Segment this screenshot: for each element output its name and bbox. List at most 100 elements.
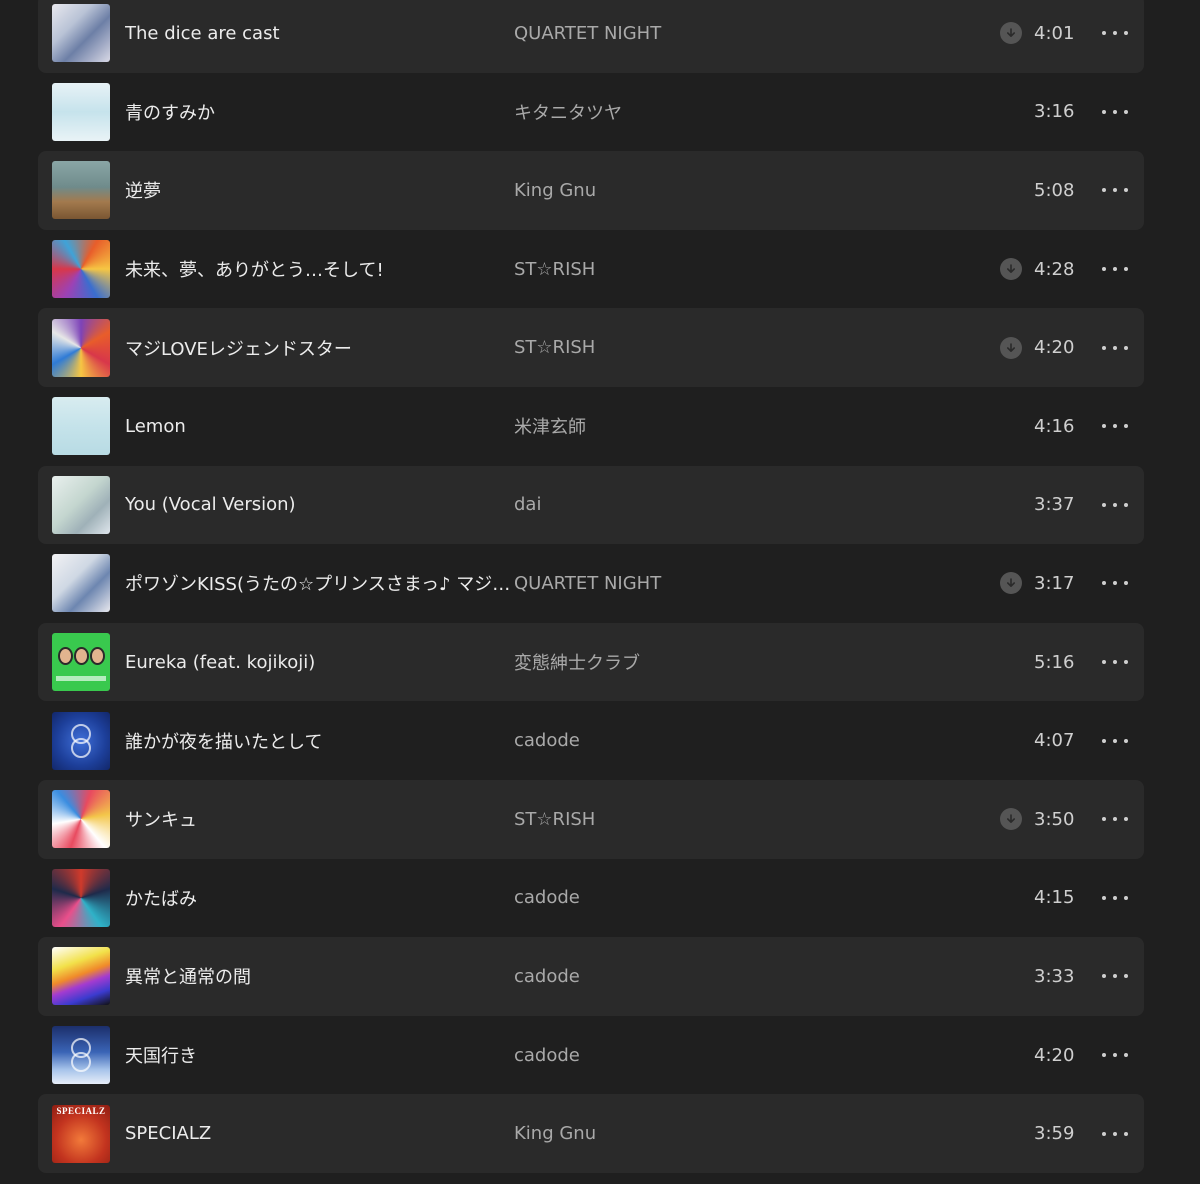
track-duration: 4:20 <box>1034 337 1075 359</box>
track-duration: 3:33 <box>1034 965 1075 987</box>
more-options-icon[interactable] <box>1102 260 1128 278</box>
album-art[interactable] <box>52 868 110 927</box>
more-options-icon[interactable] <box>1102 496 1128 514</box>
more-options-icon[interactable] <box>1102 889 1128 907</box>
track-row[interactable]: The dice are cast QUARTET NIGHT 4:01 <box>38 0 1144 73</box>
track-artist[interactable]: キタニタツヤ <box>514 99 934 125</box>
more-options-icon[interactable] <box>1102 24 1128 42</box>
download-icon <box>1000 572 1022 595</box>
track-row[interactable]: ポワゾンKISS(うたの☆プリンスさまっ♪ マジLO… QUARTET NIGHT… <box>38 544 1144 623</box>
more-dot <box>1124 581 1128 586</box>
more-dot <box>1113 424 1117 429</box>
track-title[interactable]: Lemon <box>125 416 511 437</box>
track-duration: 4:28 <box>1034 258 1075 280</box>
more-dot <box>1102 738 1106 743</box>
track-row[interactable]: Lemon 米津玄師 4:16 <box>38 387 1144 466</box>
track-row[interactable]: 誰かが夜を描いたとして cadode 4:07 <box>38 701 1144 780</box>
more-options-icon[interactable] <box>1102 103 1128 121</box>
album-art[interactable] <box>52 161 110 220</box>
album-art[interactable] <box>52 318 110 377</box>
more-options-icon[interactable] <box>1102 339 1128 357</box>
track-artist[interactable]: King Gnu <box>514 180 934 201</box>
track-row[interactable]: かたばみ cadode 4:15 <box>38 859 1144 938</box>
track-duration: 4:07 <box>1034 730 1075 752</box>
track-title[interactable]: かたばみ <box>125 885 511 911</box>
track-artist[interactable]: cadode <box>514 730 934 751</box>
track-artist[interactable]: 変態紳士クラブ <box>514 649 934 675</box>
track-title[interactable]: 未来、夢、ありがとう…そして! <box>125 256 511 282</box>
track-row[interactable]: You (Vocal Version) dai 3:37 <box>38 465 1144 545</box>
album-art[interactable] <box>52 82 110 141</box>
track-title[interactable]: 逆夢 <box>125 177 511 203</box>
track-row[interactable]: 未来、夢、ありがとう…そして! ST☆RISH 4:28 <box>38 230 1144 309</box>
track-row[interactable]: Eureka (feat. kojikoji) 変態紳士クラブ 5:16 <box>38 622 1144 702</box>
track-artist[interactable]: cadode <box>514 966 934 987</box>
track-title[interactable]: サンキュ <box>125 806 511 832</box>
more-dot <box>1124 502 1128 507</box>
track-title[interactable]: Eureka (feat. kojikoji) <box>125 652 511 673</box>
more-dot <box>1124 1053 1128 1058</box>
more-options-icon[interactable] <box>1102 810 1128 828</box>
more-dot <box>1113 974 1117 979</box>
album-art[interactable] <box>52 1026 110 1085</box>
more-options-icon[interactable] <box>1102 181 1128 199</box>
track-title[interactable]: 誰かが夜を描いたとして <box>125 728 511 754</box>
track-row[interactable]: SPECIALZ SPECIALZ King Gnu 3:59 <box>38 1094 1144 1173</box>
track-artist[interactable]: cadode <box>514 1045 934 1066</box>
track-title[interactable]: The dice are cast <box>125 23 511 44</box>
track-artist[interactable]: ST☆RISH <box>514 809 934 830</box>
more-dot <box>1113 109 1117 114</box>
album-art[interactable] <box>52 554 110 613</box>
track-artist[interactable]: ST☆RISH <box>514 259 934 280</box>
more-dot <box>1102 267 1106 272</box>
track-artist[interactable]: ST☆RISH <box>514 337 934 358</box>
track-row[interactable]: サンキュ ST☆RISH 3:50 <box>38 779 1144 859</box>
album-art[interactable] <box>52 790 110 849</box>
track-title[interactable]: SPECIALZ <box>125 1123 511 1144</box>
album-art[interactable]: SPECIALZ <box>52 1104 110 1163</box>
track-duration: 4:15 <box>1034 887 1075 909</box>
more-options-icon[interactable] <box>1102 967 1128 985</box>
more-options-icon[interactable] <box>1102 1125 1128 1143</box>
track-row[interactable]: 青のすみか キタニタツヤ 3:16 <box>38 73 1144 152</box>
album-art[interactable] <box>52 4 110 63</box>
track-artist[interactable]: cadode <box>514 887 934 908</box>
more-dot <box>1124 345 1128 350</box>
track-artist[interactable]: 米津玄師 <box>514 413 934 439</box>
track-artist[interactable]: King Gnu <box>514 1123 934 1144</box>
more-options-icon[interactable] <box>1102 417 1128 435</box>
album-art[interactable] <box>52 633 110 692</box>
track-artist[interactable]: QUARTET NIGHT <box>514 573 934 594</box>
more-dot <box>1113 660 1117 665</box>
album-art[interactable] <box>52 240 110 299</box>
track-title[interactable]: 異常と通常の間 <box>125 963 511 989</box>
track-artist[interactable]: dai <box>514 494 934 515</box>
track-title[interactable]: マジLOVEレジェンドスター <box>125 335 511 361</box>
track-title[interactable]: You (Vocal Version) <box>125 494 511 515</box>
album-art[interactable] <box>52 711 110 770</box>
album-art-face <box>90 647 105 666</box>
more-dot <box>1124 738 1128 743</box>
more-dot <box>1124 1131 1128 1136</box>
more-dot <box>1113 345 1117 350</box>
download-icon <box>1000 22 1022 45</box>
track-row[interactable]: 異常と通常の間 cadode 3:33 <box>38 937 1144 1016</box>
track-title[interactable]: 天国行き <box>125 1042 511 1068</box>
track-row[interactable]: マジLOVEレジェンドスター ST☆RISH 4:20 <box>38 308 1144 387</box>
track-title[interactable]: 青のすみか <box>125 99 511 125</box>
track-row[interactable]: 逆夢 King Gnu 5:08 <box>38 151 1144 230</box>
album-art-face <box>58 647 73 666</box>
more-dot <box>1102 1053 1106 1058</box>
track-title[interactable]: ポワゾンKISS(うたの☆プリンスさまっ♪ マジLO… <box>125 570 511 596</box>
more-options-icon[interactable] <box>1102 1046 1128 1064</box>
more-dot <box>1113 188 1117 193</box>
more-options-icon[interactable] <box>1102 574 1128 592</box>
album-art[interactable] <box>52 475 110 534</box>
more-options-icon[interactable] <box>1102 653 1128 671</box>
track-artist[interactable]: QUARTET NIGHT <box>514 23 934 44</box>
track-row[interactable]: 天国行き cadode 4:20 <box>38 1016 1144 1095</box>
track-duration: 4:01 <box>1034 22 1075 44</box>
album-art[interactable] <box>52 397 110 456</box>
more-options-icon[interactable] <box>1102 732 1128 750</box>
album-art[interactable] <box>52 947 110 1006</box>
